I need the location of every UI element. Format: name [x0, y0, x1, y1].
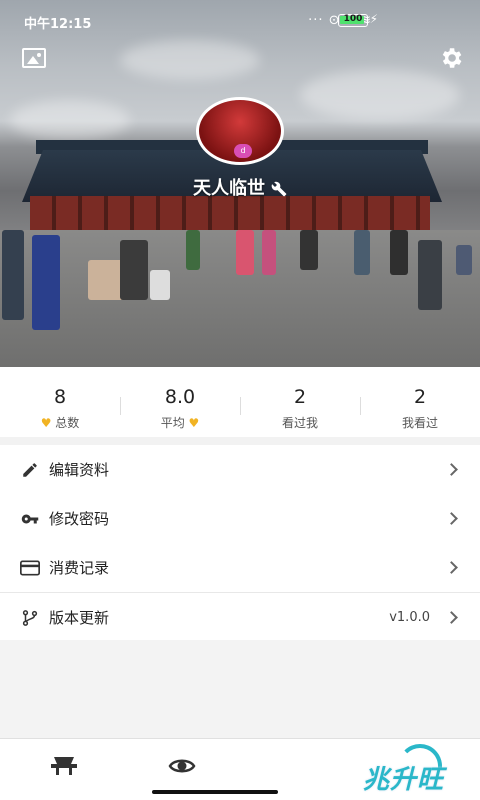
- stats-bar: 8 ♥ 总数 8.0 平均 ♥ 2 看过我 2 我看过: [0, 367, 480, 437]
- avatar-badge: d: [234, 144, 252, 158]
- username: 天人临世: [193, 178, 265, 199]
- eye-icon[interactable]: [162, 751, 202, 781]
- menu-label: 编辑资料: [49, 461, 110, 479]
- stat-label: 总数: [55, 416, 80, 430]
- stat-viewed-me[interactable]: 2 看过我: [240, 367, 360, 437]
- stat-label: 我看过: [401, 416, 438, 430]
- battery-level: 100: [343, 14, 363, 24]
- menu-label: 消费记录: [49, 559, 110, 577]
- stat-label: 平均: [160, 416, 185, 430]
- chevron-right-icon: [445, 463, 458, 476]
- charging-icon: ⚡: [369, 12, 378, 26]
- avatar[interactable]: d: [196, 97, 284, 165]
- menu-label: 版本更新: [49, 609, 110, 627]
- settings-menu: 编辑资料 修改密码 消费记录 版本更新 v1.0.0: [0, 445, 480, 642]
- status-bar: 中午12:15 ··· ⊙ ⅲ ≋ 100 ⚡: [0, 0, 480, 40]
- menu-item-purchase-history[interactable]: 消费记录: [0, 543, 480, 592]
- stat-i-viewed[interactable]: 2 我看过: [360, 367, 480, 437]
- content-background: [0, 640, 480, 740]
- menu-label: 修改密码: [49, 510, 110, 528]
- home-indicator: [152, 790, 278, 794]
- stat-value: 2: [413, 386, 427, 408]
- key-icon: [20, 509, 40, 529]
- image-icon[interactable]: [22, 48, 46, 68]
- menu-item-edit-profile[interactable]: 编辑资料: [0, 445, 480, 494]
- version-value: v1.0.0: [389, 610, 430, 625]
- chevron-right-icon: [445, 561, 458, 574]
- stat-average[interactable]: 8.0 平均 ♥: [120, 367, 240, 437]
- menu-item-change-password[interactable]: 修改密码: [0, 494, 480, 543]
- gear-icon[interactable]: [438, 45, 464, 71]
- crowd: [0, 225, 480, 335]
- heart-icon: ♥: [188, 416, 200, 430]
- branch-icon: [20, 608, 40, 628]
- stat-value: 2: [293, 386, 307, 408]
- stat-total[interactable]: 8 ♥ 总数: [0, 367, 120, 437]
- chevron-right-icon: [445, 611, 458, 624]
- status-time: 中午12:15: [24, 17, 92, 32]
- username-row[interactable]: 天人临世: [0, 174, 480, 200]
- menu-item-version-update[interactable]: 版本更新 v1.0.0: [0, 593, 480, 642]
- stat-value: 8.0: [164, 386, 196, 408]
- wrench-icon[interactable]: [271, 181, 287, 197]
- heart-icon: ♥: [40, 416, 52, 430]
- profile-header-background: 中午12:15 ··· ⊙ ⅲ ≋ 100 ⚡ d 天人临世: [0, 0, 480, 367]
- stat-value: 8: [53, 386, 67, 408]
- bottom-tab-bar: 兆升旺: [0, 738, 480, 800]
- home-icon[interactable]: [44, 751, 84, 781]
- chevron-right-icon: [445, 512, 458, 525]
- brand-logo: 兆升旺: [362, 765, 444, 795]
- card-icon: [20, 558, 40, 578]
- pencil-icon: [20, 460, 40, 480]
- stat-label: 看过我: [281, 416, 318, 430]
